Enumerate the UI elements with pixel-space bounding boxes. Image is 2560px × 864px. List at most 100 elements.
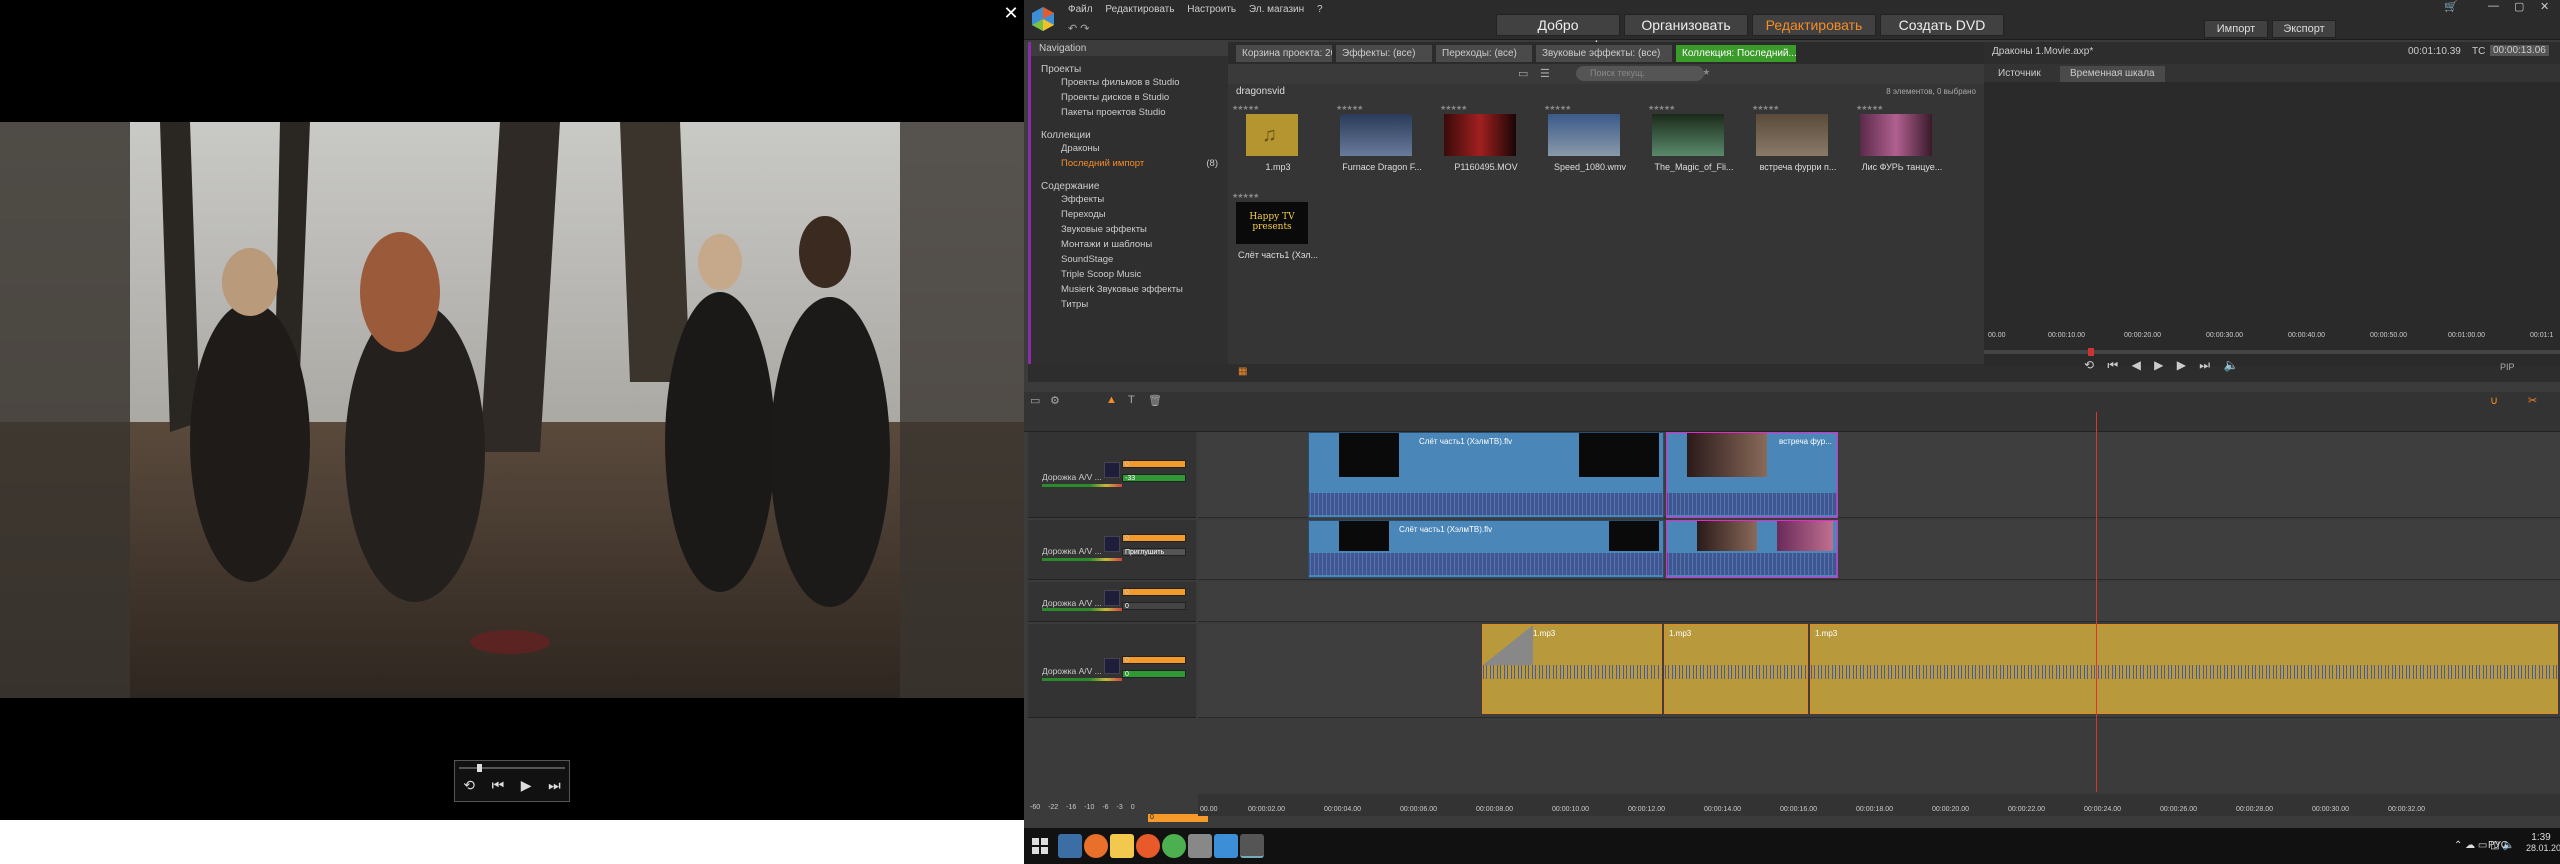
tab-sound-effects[interactable]: Звуковые эффекты: (все) [1536,45,1672,62]
fx-icon[interactable] [1104,658,1120,674]
loop-icon[interactable]: ⟲ [463,777,475,794]
timeline-ruler[interactable]: 00.00 00:00:02.00 00:00:04.00 00:00:06.0… [1198,794,2560,816]
preview-scrubber[interactable] [459,764,565,772]
nav-sound-effects[interactable]: Звуковые эффекты [1031,222,1228,237]
menu-help[interactable]: ? [1317,4,1323,15]
media-icon[interactable] [1136,834,1160,858]
next-frame-icon[interactable]: ⏭ [548,777,561,794]
pinnacle-taskbar-icon[interactable] [1214,834,1238,858]
nav-musierk[interactable]: Musierk Звуковые эффекты [1031,282,1228,297]
library-search-input[interactable]: Поиск текущ. представлени [1576,66,1704,93]
folder-icon[interactable]: ▭ [1518,67,1528,80]
track-volume[interactable]: 0 [1122,460,1186,468]
library-item[interactable]: ★★★★★ Happy TV presents Слёт часть1 (Хэл.… [1228,190,1328,270]
fx-icon[interactable] [1104,590,1120,606]
welcome-button[interactable]: Добро пожаловать! [1496,14,1620,53]
step-back-icon[interactable]: ◀ [2132,358,2141,372]
trash-icon[interactable]: 🗑 [1148,394,1162,407]
nav-studio-movie-projects[interactable]: Проекты фильмов в Studio [1031,75,1228,90]
export-button[interactable]: Экспорт [2272,20,2336,38]
audio-mix-icon[interactable]: ▲ [1106,394,1117,406]
edit-button[interactable]: Редактировать [1752,14,1876,36]
fx-icon[interactable] [1104,536,1120,552]
nav-collection-last-import[interactable]: Последний импорт (8) [1031,156,1228,171]
maximize-button[interactable]: ▢ [2514,0,2524,13]
pip-label[interactable]: PIP [2500,362,2515,372]
collections-section[interactable]: Коллекции [1031,128,1228,141]
loop-icon[interactable]: ⟲ [2084,358,2094,372]
audio-clip[interactable]: 1.mp3 [1810,624,2558,714]
timecode-input[interactable]: 00:00:13.06 [2490,45,2549,56]
fx-icon[interactable] [1104,462,1120,478]
nav-studio-disc-projects[interactable]: Проекты дисков в Studio [1031,90,1228,105]
track-name[interactable]: Дорожка A/V ... [1042,598,1102,608]
content-section[interactable]: Содержание [1031,179,1228,192]
storyboard-icon[interactable]: ▭ [1030,394,1040,407]
chrome-icon[interactable] [1162,834,1186,858]
video-clip[interactable]: Слёт часть1 (ХэлмТВ).flv [1308,432,1664,518]
taskview-icon[interactable] [1058,834,1082,858]
start-icon[interactable] [1032,838,1048,854]
track-pan[interactable]: 0 [1122,602,1186,610]
clapper-icon[interactable] [1240,834,1264,858]
volume-icon[interactable]: 🔈 [2223,358,2238,372]
skip-start-icon[interactable]: ⏮ [2107,358,2118,372]
tab-source[interactable]: Источник [1988,66,2051,82]
library-item[interactable]: ★★★★★ Furnace Dragon F... [1332,102,1432,182]
library-item[interactable]: ★★★★★ встреча фурри п... [1748,102,1848,182]
menu-edit[interactable]: Редактировать [1105,4,1174,15]
track-pan[interactable]: -33 [1122,474,1186,482]
app-icon[interactable] [1188,834,1212,858]
settings-icon[interactable]: ⚙ [1050,394,1060,407]
library-item[interactable]: ★★★★★ Лис ФУРЬ танцуе... [1852,102,1952,182]
library-item[interactable]: ★★★★★ ♫ 1.mp3 [1228,102,1328,182]
video-clip[interactable]: встреча фур... [1666,432,1838,518]
nav-soundstage[interactable]: SoundStage [1031,252,1228,267]
video-clip[interactable]: Слёт часть1 (ХэлмТВ).flv [1308,520,1664,578]
library-item[interactable]: ★★★★★ Speed_1080.wmv [1540,102,1640,182]
explorer-icon[interactable] [1110,834,1134,858]
tab-transitions[interactable]: Переходы: (все) [1436,45,1532,62]
clock[interactable]: 1:3928.01.2019 [2526,832,2560,853]
magnet-icon[interactable]: ∪ [2490,394,2498,407]
play-icon[interactable]: ▶ [521,777,532,794]
close-preview-button[interactable]: ✕ [1000,2,1022,24]
undo-icon[interactable]: ↶ [1068,23,1077,35]
library-item[interactable]: ★★★★★ P1160495.MOV [1436,102,1536,182]
track-volume[interactable]: 0 [1122,588,1186,596]
nav-collection-dragons[interactable]: Драконы [1031,141,1228,156]
step-forward-icon[interactable]: ▶ [2177,358,2186,372]
nav-montages[interactable]: Монтажи и шаблоны [1031,237,1228,252]
playhead[interactable] [2096,412,2097,792]
audio-clip[interactable]: 1.mp3 [1664,624,1808,714]
track-name[interactable]: Дорожка A/V ... [1042,666,1102,676]
mute-button[interactable]: Приглушить [1122,548,1186,556]
tab-timeline[interactable]: Временная шкала [2060,66,2165,82]
import-button[interactable]: Импорт [2204,20,2268,38]
tab-collection-last[interactable]: Коллекция: Последний... [1676,45,1796,62]
track-name[interactable]: Дорожка A/V ... [1042,472,1102,482]
firefox-icon[interactable] [1084,834,1108,858]
tab-effects[interactable]: Эффекты: (все) [1336,45,1432,62]
scissors-icon[interactable]: ✂ [2528,394,2537,407]
tab-project-bin[interactable]: Корзина проекта: 2019-0... [1236,45,1332,62]
organize-button[interactable]: Организовать [1624,14,1748,36]
nav-titles[interactable]: Титры [1031,297,1228,312]
skip-end-icon[interactable]: ⏭ [2199,358,2210,372]
play-icon[interactable]: ▶ [2154,358,2163,372]
menu-file[interactable]: Файл [1068,4,1093,15]
player-scrubber[interactable] [1984,348,2560,356]
prev-frame-icon[interactable]: ⏮ [492,777,505,794]
audio-clip[interactable]: 1.mp3 [1482,624,1662,714]
create-dvd-button[interactable]: Создать DVD [1880,14,2004,36]
redo-icon[interactable]: ↷ [1080,23,1089,35]
language-indicator[interactable]: РУС [2488,840,2508,851]
projects-section[interactable]: Проекты [1031,62,1228,75]
minimize-button[interactable]: — [2488,0,2499,12]
nav-effects[interactable]: Эффекты [1031,192,1228,207]
library-item[interactable]: ★★★★★ The_Magic_of_Fli... [1644,102,1744,182]
track-pan[interactable]: 0 [1122,670,1186,678]
track-volume[interactable]: 0 [1122,656,1186,664]
track-name[interactable]: Дорожка A/V ... [1042,546,1102,556]
cart-icon[interactable]: 🛒 [2444,0,2458,13]
